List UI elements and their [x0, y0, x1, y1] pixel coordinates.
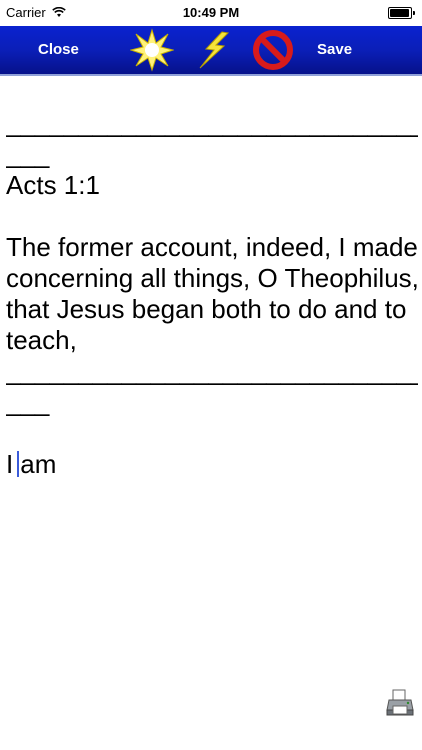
close-button[interactable]: Close [38, 26, 79, 74]
typed-text[interactable]: Iam [6, 449, 418, 480]
printer-icon[interactable] [386, 688, 414, 718]
separator-line: ___ [6, 139, 50, 169]
verse-text-line: The former account, indeed, I made [6, 232, 418, 262]
note-editor[interactable]: ______________________________ ___ Acts … [6, 108, 418, 668]
verse-text-line: that Jesus began both to do and to [6, 294, 407, 324]
typed-text-after: am [20, 449, 57, 479]
status-time: 10:49 PM [182, 5, 240, 20]
separator-line: ______________________________ [6, 108, 418, 138]
save-button[interactable]: Save [317, 26, 352, 74]
prohibited-icon[interactable] [252, 29, 294, 71]
text-cursor [17, 451, 20, 477]
status-bar: Carrier 10:49 PM [0, 0, 422, 26]
toolbar: Close Save [0, 26, 422, 76]
lightning-icon[interactable] [192, 30, 234, 70]
burst-icon[interactable] [130, 28, 174, 72]
verse-text-line: teach, [6, 325, 77, 355]
separator-line: ___ [6, 387, 50, 417]
typed-text-before: I [6, 449, 14, 479]
separator-line: ______________________________ [6, 356, 418, 386]
battery-icon [388, 7, 415, 19]
verse-reference: Acts 1:1 [6, 170, 100, 200]
verse-text-line: concerning all things, O Theophilus, [6, 263, 418, 293]
